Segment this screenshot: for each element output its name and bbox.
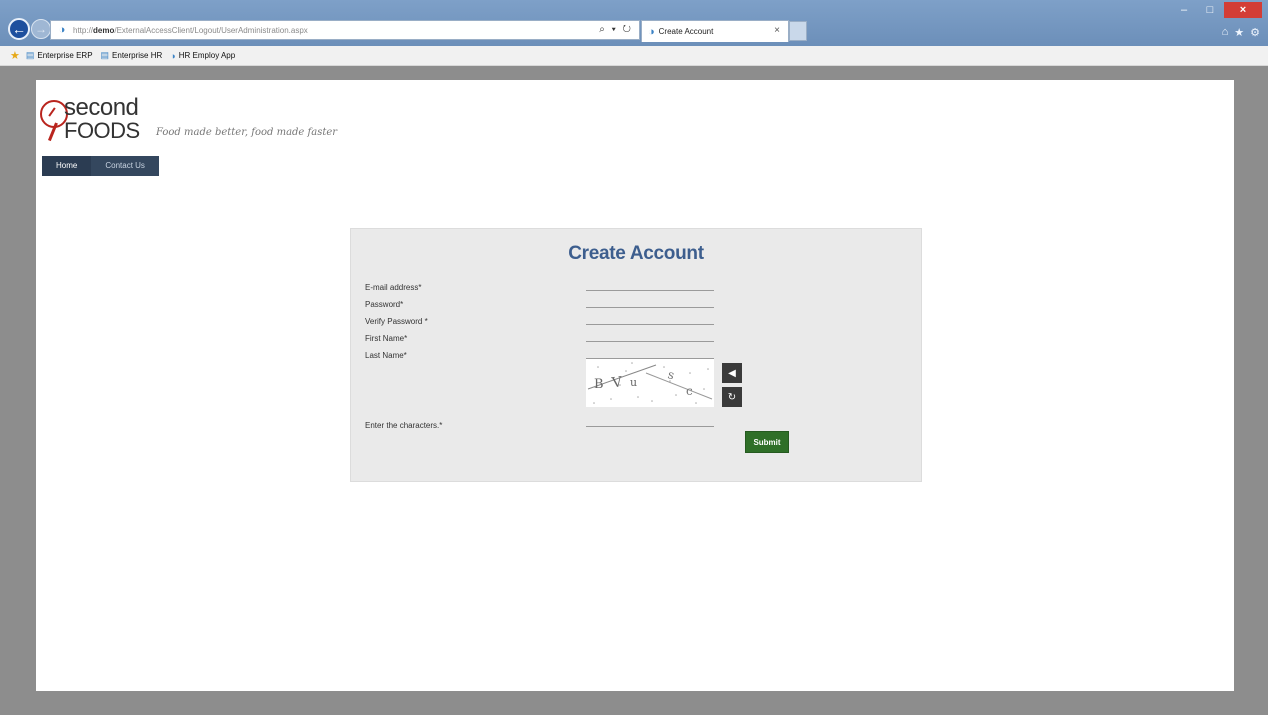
url-path: /ExternalAccessClient/Logout/UserAdminis… (114, 25, 308, 35)
site-icon: ◑ (58, 24, 66, 36)
email-label: E-mail address* (365, 283, 422, 292)
speaker-icon: ◀ (728, 367, 736, 379)
tab-close-icon[interactable]: × (774, 25, 780, 36)
last-name-field[interactable] (586, 346, 714, 359)
logo-word-foods: FOODS (64, 118, 140, 143)
create-account-panel: Create Account E-mail address* Password*… (350, 228, 922, 482)
captcha-char: u (630, 376, 637, 389)
last-name-label: Last Name* (365, 351, 407, 360)
password-label: Password* (365, 300, 404, 309)
captcha-image: B V u s c (586, 359, 714, 407)
home-icon[interactable]: ⌂ (1222, 26, 1229, 39)
browser-titlebar: ← → ◑ http://demo/ExternalAccessClient/L… (0, 0, 1268, 46)
captcha-input[interactable] (586, 414, 714, 427)
first-name-label: First Name* (365, 334, 408, 343)
ie-icon: ◑ (170, 50, 176, 61)
page-icon: ▤ (100, 50, 110, 60)
close-window-button[interactable]: × (1224, 2, 1262, 18)
password-field[interactable] (586, 295, 714, 308)
first-name-field[interactable] (586, 329, 714, 342)
captcha-label: Enter the characters.* (365, 421, 443, 430)
favorites-add-icon[interactable]: ★ (10, 49, 20, 62)
favorite-label: Enterprise HR (112, 51, 163, 60)
tab-create-account[interactable]: ◑ Create Account × (641, 20, 789, 42)
maximize-button[interactable]: □ (1198, 2, 1222, 18)
page-icon: ▤ (25, 50, 35, 60)
new-tab-button[interactable] (789, 21, 807, 41)
email-field[interactable] (586, 278, 714, 291)
captcha-audio-button[interactable]: ◀ (722, 363, 742, 383)
site-logo[interactable]: second FOODS Food made better, food made… (40, 94, 370, 144)
address-bar[interactable]: ◑ http://demo/ExternalAccessClient/Logou… (50, 20, 640, 40)
search-refresh-icons[interactable]: ⌕ ▾ ↻ (599, 24, 633, 35)
favorites-bar: ★ ▤ Enterprise ERP ▤ Enterprise HR ◑ HR Emp… (0, 46, 1268, 66)
nav-home[interactable]: Home (42, 156, 92, 176)
captcha-refresh-button[interactable]: ↻ (722, 387, 742, 407)
web-page: second FOODS Food made better, food made… (36, 80, 1234, 691)
favorite-item[interactable]: ▤ Enterprise ERP (26, 50, 93, 61)
favorite-item[interactable]: ◑ HR Employ App (170, 51, 235, 61)
url-host: demo (93, 25, 115, 35)
verify-password-label: Verify Password * (365, 317, 428, 326)
refresh-icon: ↻ (727, 391, 737, 403)
forward-button[interactable]: → (31, 19, 51, 39)
window-controls: – □ × (1172, 2, 1262, 20)
captcha-char: c (686, 384, 693, 398)
tools-gear-icon[interactable]: ⚙ (1250, 26, 1260, 39)
ie-page-icon: ◑ (648, 25, 655, 38)
back-arrow-icon: ← (12, 21, 26, 37)
form-title: Create Account (568, 243, 704, 264)
minimize-button[interactable]: – (1172, 2, 1196, 18)
tab-title: Create Account (658, 27, 714, 36)
favorite-label: HR Employ App (178, 51, 236, 60)
favorite-label: Enterprise ERP (37, 51, 93, 60)
favorite-item[interactable]: ▤ Enterprise HR (101, 50, 163, 61)
verify-password-field[interactable] (586, 312, 714, 325)
site-nav: Home Contact Us (42, 156, 159, 176)
captcha-char: B (594, 377, 604, 392)
forward-arrow-icon: → (35, 22, 47, 36)
address-url[interactable]: http://demo/ExternalAccessClient/Logout/… (73, 26, 308, 35)
submit-button[interactable]: Submit (745, 431, 789, 453)
captcha-noise: B V u s c (587, 362, 713, 404)
captcha-char: s (666, 367, 676, 382)
site-tagline: Food made better, food made faster (156, 127, 338, 138)
browser-right-icons: ⌂ ★ ⚙ (1222, 26, 1260, 39)
back-button[interactable]: ← (8, 18, 30, 40)
nav-contact-us[interactable]: Contact Us (91, 156, 159, 176)
url-prefix: http:// (73, 25, 94, 35)
favorites-star-icon[interactable]: ★ (1234, 26, 1244, 39)
